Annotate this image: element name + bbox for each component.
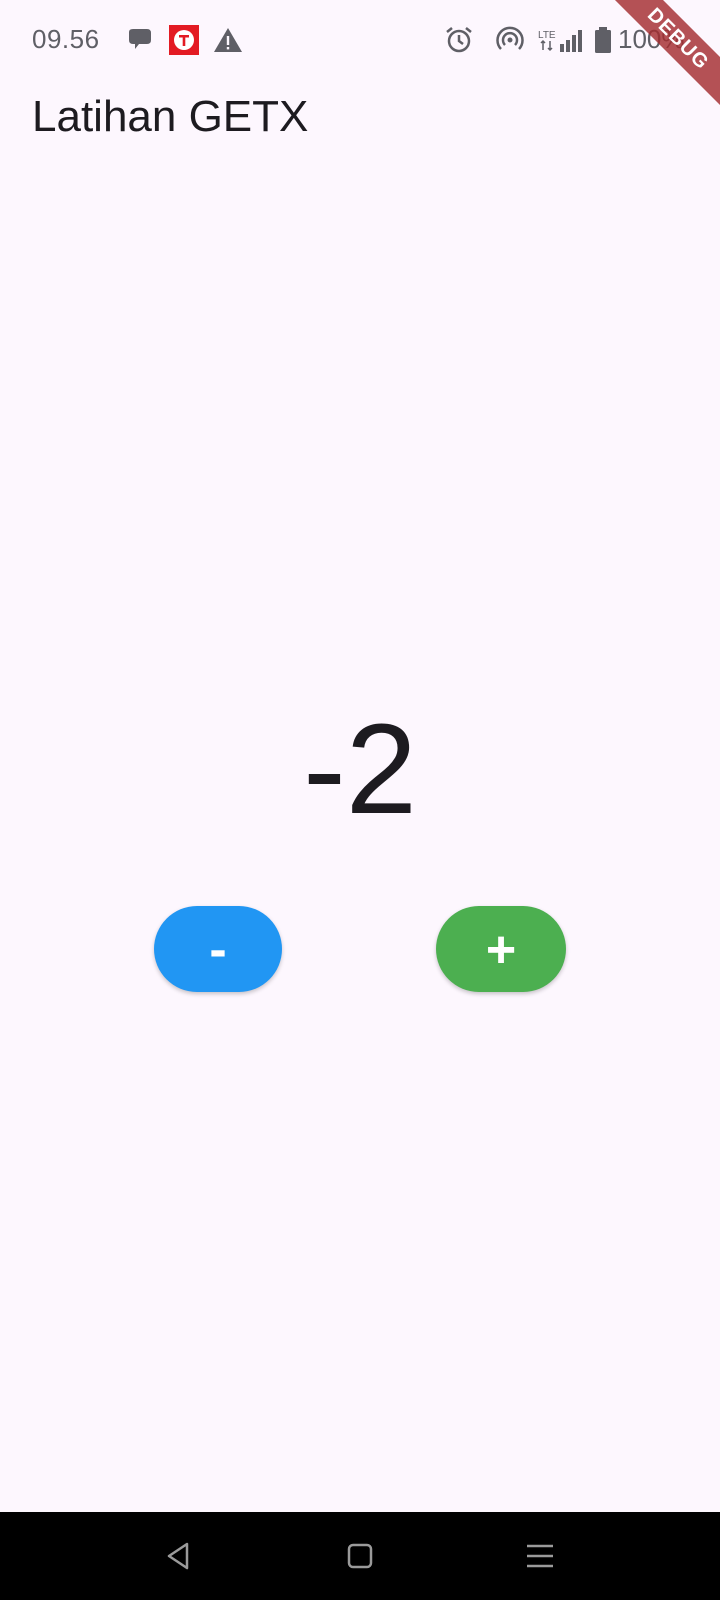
battery-icon [595,27,611,53]
hotspot-icon [496,26,524,50]
warning-icon [214,28,242,52]
decrement-button[interactable]: - [154,906,282,992]
back-icon[interactable] [154,1532,202,1580]
navigation-bar [0,1512,720,1600]
svg-text:LTE: LTE [538,30,556,41]
status-time: 09.56 [32,24,100,54]
battery-percentage: 100% [618,24,685,54]
alarm-icon [446,27,472,53]
page-title: Latihan GETX [32,92,309,141]
menu-icon[interactable] [516,1532,564,1580]
home-icon[interactable] [336,1532,384,1580]
chat-bubble-icon [129,29,151,49]
app-t-icon [169,25,199,55]
signal-icon [560,30,582,52]
counter-value: -2 [303,698,417,841]
status-bar: 09.56 LTE 100% [0,0,720,80]
lte-icon: LTE [538,30,556,52]
increment-button[interactable]: + [436,906,566,992]
